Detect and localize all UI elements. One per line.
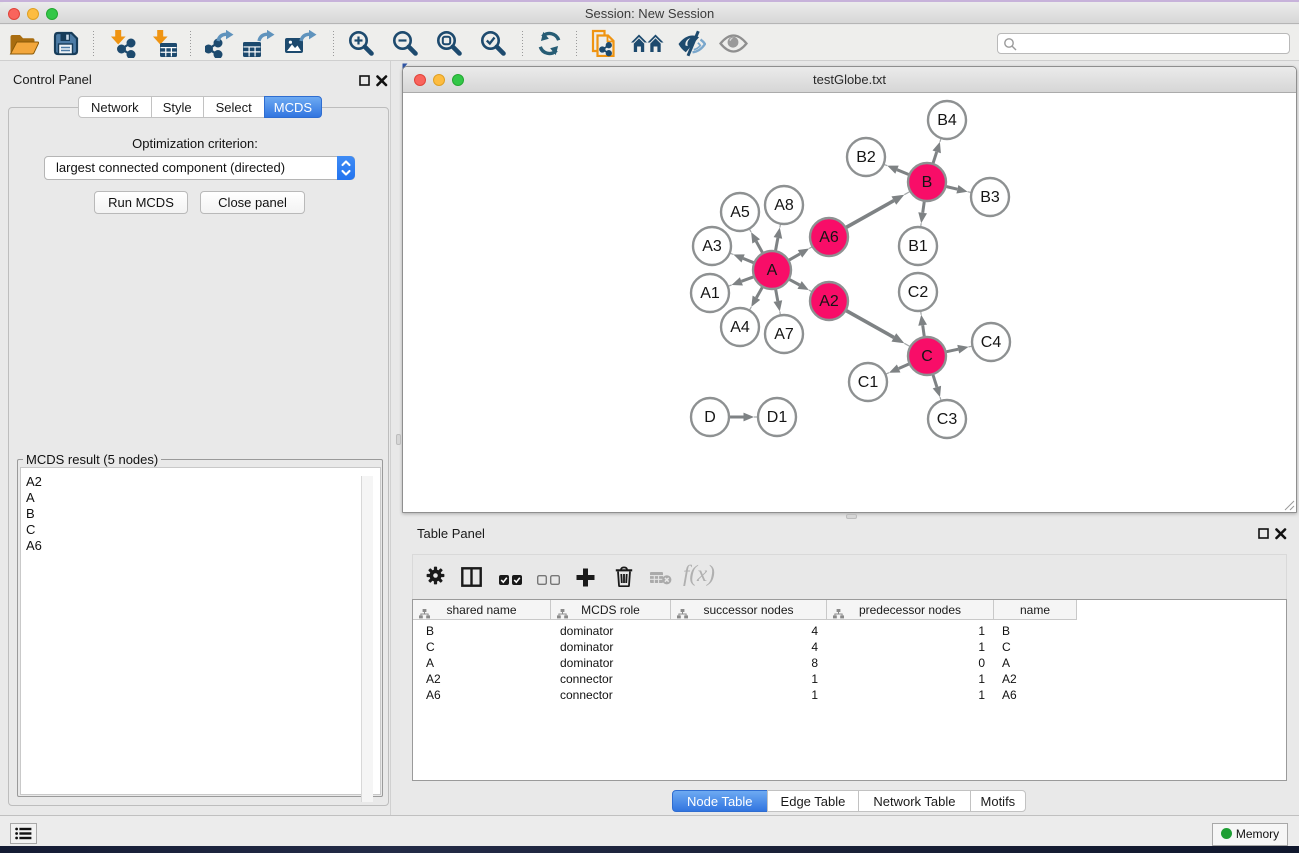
svg-text:C2: C2 bbox=[908, 284, 929, 301]
svg-text:A1: A1 bbox=[700, 285, 720, 302]
svg-text:B3: B3 bbox=[980, 189, 1000, 206]
svg-text:A2: A2 bbox=[819, 293, 839, 310]
svg-text:B1: B1 bbox=[908, 238, 928, 255]
svg-text:B4: B4 bbox=[937, 112, 957, 129]
svg-text:A: A bbox=[767, 262, 778, 279]
svg-text:A4: A4 bbox=[730, 319, 750, 336]
svg-text:A8: A8 bbox=[774, 197, 794, 214]
svg-text:A6: A6 bbox=[819, 229, 839, 246]
svg-text:D: D bbox=[704, 409, 716, 426]
svg-text:C3: C3 bbox=[937, 411, 958, 428]
svg-text:A7: A7 bbox=[774, 326, 794, 343]
svg-text:A3: A3 bbox=[702, 238, 722, 255]
svg-text:C4: C4 bbox=[981, 334, 1002, 351]
svg-text:A5: A5 bbox=[730, 204, 750, 221]
svg-text:C: C bbox=[921, 348, 933, 365]
svg-text:B2: B2 bbox=[856, 149, 876, 166]
svg-text:C1: C1 bbox=[858, 374, 879, 391]
svg-text:B: B bbox=[922, 174, 933, 191]
svg-text:D1: D1 bbox=[767, 409, 788, 426]
